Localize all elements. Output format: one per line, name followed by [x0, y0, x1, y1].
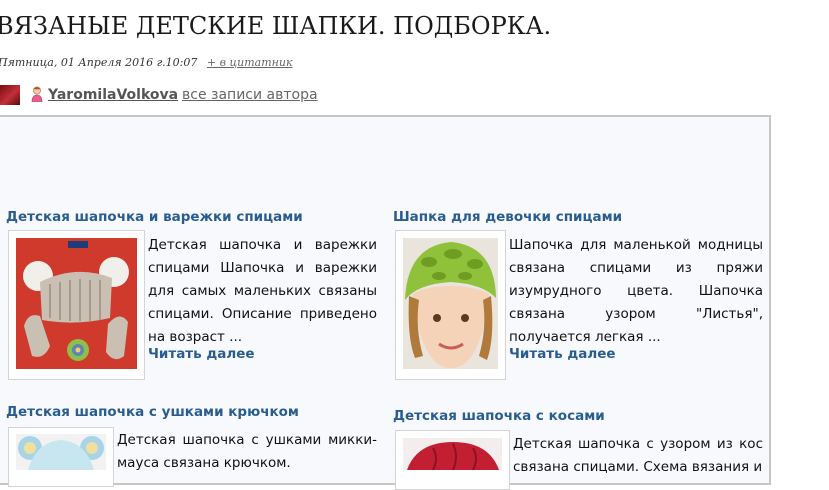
author-name-link[interactable]: YaromilaVolkova: [48, 87, 178, 103]
all-posts-link[interactable]: все записи автора: [182, 87, 318, 103]
card-title-link[interactable]: Детская шапочка с ушками крючком: [6, 404, 299, 420]
card-title-link[interactable]: Детская шапочка с косами: [393, 408, 605, 424]
read-more-link[interactable]: Читать далее: [148, 346, 255, 362]
mickey-hat-photo[interactable]: [16, 434, 106, 470]
author-avatar[interactable]: [0, 85, 20, 105]
post-meta: Пятница, 01 Апреля 2016 г.10:07 + в цита…: [0, 56, 293, 69]
card-title-link[interactable]: Шапка для девочки спицами: [393, 209, 622, 225]
user-icon: [31, 86, 43, 102]
knitted-hat-mittens-photo[interactable]: [16, 238, 137, 369]
post-date: Пятница, 01 Апреля 2016 г.10:07: [0, 56, 198, 69]
card-excerpt: Детская шапочка с узором из кос связана …: [513, 436, 763, 475]
card-excerpt: Шапочка для маленькой модницы связана сп…: [509, 237, 763, 345]
card-excerpt: Детская шапочка с ушками микки-мауса свя…: [117, 432, 377, 471]
girl-green-hat-photo[interactable]: [403, 238, 498, 369]
red-cable-hat-photo[interactable]: [403, 438, 502, 470]
quote-link[interactable]: + в цитатник: [207, 56, 293, 69]
card-title-link[interactable]: Детская шапочка и варежки спицами: [6, 209, 303, 225]
post-title: ВЯЗАНЫЕ ДЕТСКИЕ ШАПКИ. ПОДБОРКА.: [0, 12, 552, 40]
card-excerpt: Детская шапочка и варежки спицами Шапочк…: [148, 237, 377, 345]
read-more-link[interactable]: Читать далее: [509, 346, 616, 362]
